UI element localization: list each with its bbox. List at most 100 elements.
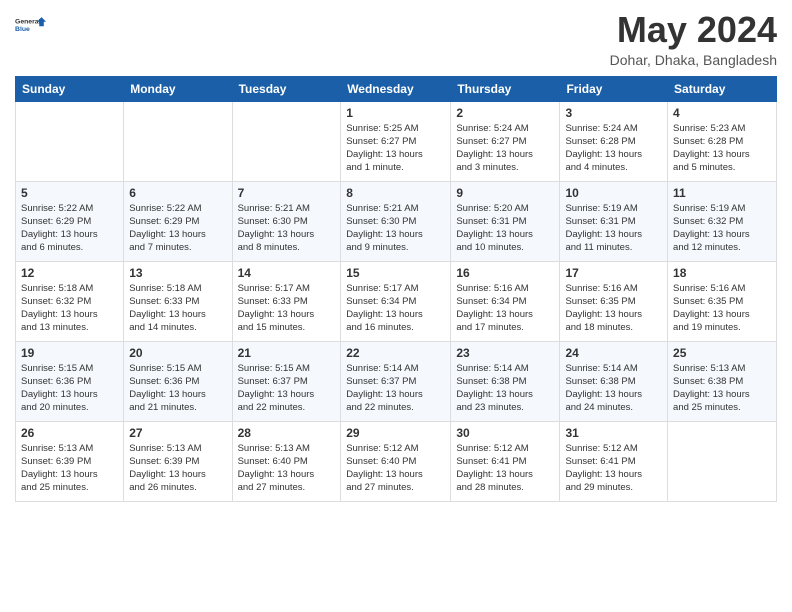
- calendar-cell-w5-d6: [668, 421, 777, 501]
- calendar-cell-w4-d3: 22 Sunrise: 5:14 AM Sunset: 6:37 PM Dayli…: [341, 341, 451, 421]
- week-row-4: 19Sunrise: 5:15 AM Sunset: 6:36 PM Dayli…: [16, 341, 777, 421]
- day-number-24: 24: [565, 346, 662, 360]
- week-row-5: 26 Sunrise: 5:13 AM Sunset: 6:39 PM Dayli…: [16, 421, 777, 501]
- calendar-cell-w4-d2: 21Sunrise: 5:15 AM Sunset: 6:37 PM Dayli…: [232, 341, 341, 421]
- day-info-4: Sunrise: 5:23 AM Sunset: 6:28 PM Dayligh…: [673, 122, 771, 175]
- week-row-3: 12 Sunrise: 5:18 AM Sunset: 6:32 PM Dayli…: [16, 261, 777, 341]
- day-number-17: 17: [565, 266, 662, 280]
- calendar-cell-w4-d1: 20Sunrise: 5:15 AM Sunset: 6:36 PM Dayli…: [124, 341, 232, 421]
- day-number-21: 21: [238, 346, 336, 360]
- calendar-cell-w5-d4: 30 Sunrise: 5:12 AM Sunset: 6:41 PM Dayli…: [451, 421, 560, 501]
- header-thursday: Thursday: [451, 76, 560, 101]
- day-number-31: 31: [565, 426, 662, 440]
- calendar-cell-w3-d6: 18 Sunrise: 5:16 AM Sunset: 6:35 PM Dayli…: [668, 261, 777, 341]
- day-number-16: 16: [456, 266, 554, 280]
- calendar-cell-w2-d0: 5Sunrise: 5:22 AM Sunset: 6:29 PM Daylig…: [16, 181, 124, 261]
- day-info-6: Sunrise: 5:22 AM Sunset: 6:29 PM Dayligh…: [129, 202, 226, 255]
- day-number-15: 15: [346, 266, 445, 280]
- day-number-4: 4: [673, 106, 771, 120]
- day-info-15: Sunrise: 5:17 AM Sunset: 6:34 PM Dayligh…: [346, 282, 445, 335]
- day-info-22: Sunrise: 5:14 AM Sunset: 6:37 PM Dayligh…: [346, 362, 445, 415]
- day-info-13: Sunrise: 5:18 AM Sunset: 6:33 PM Dayligh…: [129, 282, 226, 335]
- day-number-12: 12: [21, 266, 118, 280]
- day-info-5: Sunrise: 5:22 AM Sunset: 6:29 PM Dayligh…: [21, 202, 118, 255]
- day-info-25: Sunrise: 5:13 AM Sunset: 6:38 PM Dayligh…: [673, 362, 771, 415]
- day-number-27: 27: [129, 426, 226, 440]
- day-info-17: Sunrise: 5:16 AM Sunset: 6:35 PM Dayligh…: [565, 282, 662, 335]
- calendar-cell-w3-d3: 15 Sunrise: 5:17 AM Sunset: 6:34 PM Dayli…: [341, 261, 451, 341]
- calendar-cell-w5-d3: 29 Sunrise: 5:12 AM Sunset: 6:40 PM Dayli…: [341, 421, 451, 501]
- calendar-cell-w4-d6: 25 Sunrise: 5:13 AM Sunset: 6:38 PM Dayli…: [668, 341, 777, 421]
- logo-icon: General Blue: [15, 10, 47, 38]
- day-number-8: 8: [346, 186, 445, 200]
- calendar-cell-w3-d0: 12 Sunrise: 5:18 AM Sunset: 6:32 PM Dayli…: [16, 261, 124, 341]
- day-info-18: Sunrise: 5:16 AM Sunset: 6:35 PM Dayligh…: [673, 282, 771, 335]
- calendar-cell-w5-d5: 31Sunrise: 5:12 AM Sunset: 6:41 PM Dayli…: [560, 421, 668, 501]
- day-info-29: Sunrise: 5:12 AM Sunset: 6:40 PM Dayligh…: [346, 442, 445, 495]
- day-info-26: Sunrise: 5:13 AM Sunset: 6:39 PM Dayligh…: [21, 442, 118, 495]
- day-number-13: 13: [129, 266, 226, 280]
- day-info-2: Sunrise: 5:24 AM Sunset: 6:27 PM Dayligh…: [456, 122, 554, 175]
- day-info-28: Sunrise: 5:13 AM Sunset: 6:40 PM Dayligh…: [238, 442, 336, 495]
- calendar-cell-w4-d0: 19Sunrise: 5:15 AM Sunset: 6:36 PM Dayli…: [16, 341, 124, 421]
- day-info-9: Sunrise: 5:20 AM Sunset: 6:31 PM Dayligh…: [456, 202, 554, 255]
- calendar-cell-w2-d4: 9 Sunrise: 5:20 AM Sunset: 6:31 PM Daylig…: [451, 181, 560, 261]
- calendar-cell-w2-d1: 6 Sunrise: 5:22 AM Sunset: 6:29 PM Daylig…: [124, 181, 232, 261]
- day-info-11: Sunrise: 5:19 AM Sunset: 6:32 PM Dayligh…: [673, 202, 771, 255]
- calendar-cell-w2-d2: 7Sunrise: 5:21 AM Sunset: 6:30 PM Daylig…: [232, 181, 341, 261]
- calendar-cell-w1-d5: 3Sunrise: 5:24 AM Sunset: 6:28 PM Daylig…: [560, 101, 668, 181]
- calendar-cell-w2-d3: 8 Sunrise: 5:21 AM Sunset: 6:30 PM Daylig…: [341, 181, 451, 261]
- day-number-23: 23: [456, 346, 554, 360]
- day-number-28: 28: [238, 426, 336, 440]
- day-info-16: Sunrise: 5:16 AM Sunset: 6:34 PM Dayligh…: [456, 282, 554, 335]
- calendar-table: Sunday Monday Tuesday Wednesday Thursday…: [15, 76, 777, 502]
- calendar-cell-w2-d5: 10 Sunrise: 5:19 AM Sunset: 6:31 PM Dayli…: [560, 181, 668, 261]
- calendar-cell-w1-d1: [124, 101, 232, 181]
- calendar-cell-w5-d0: 26 Sunrise: 5:13 AM Sunset: 6:39 PM Dayli…: [16, 421, 124, 501]
- header-tuesday: Tuesday: [232, 76, 341, 101]
- calendar-cell-w1-d0: [16, 101, 124, 181]
- day-number-10: 10: [565, 186, 662, 200]
- day-info-27: Sunrise: 5:13 AM Sunset: 6:39 PM Dayligh…: [129, 442, 226, 495]
- page: General Blue May 2024 Dohar, Dhaka, Bang…: [0, 0, 792, 517]
- day-info-24: Sunrise: 5:14 AM Sunset: 6:38 PM Dayligh…: [565, 362, 662, 415]
- header: General Blue May 2024 Dohar, Dhaka, Bang…: [15, 10, 777, 68]
- day-number-22: 22: [346, 346, 445, 360]
- title-block: May 2024 Dohar, Dhaka, Bangladesh: [610, 10, 777, 68]
- header-wednesday: Wednesday: [341, 76, 451, 101]
- month-title: May 2024: [610, 10, 777, 50]
- day-info-1: Sunrise: 5:25 AM Sunset: 6:27 PM Dayligh…: [346, 122, 445, 175]
- header-monday: Monday: [124, 76, 232, 101]
- calendar-cell-w1-d3: 1Sunrise: 5:25 AM Sunset: 6:27 PM Daylig…: [341, 101, 451, 181]
- day-info-19: Sunrise: 5:15 AM Sunset: 6:36 PM Dayligh…: [21, 362, 118, 415]
- day-info-12: Sunrise: 5:18 AM Sunset: 6:32 PM Dayligh…: [21, 282, 118, 335]
- day-info-3: Sunrise: 5:24 AM Sunset: 6:28 PM Dayligh…: [565, 122, 662, 175]
- day-number-30: 30: [456, 426, 554, 440]
- calendar-cell-w5-d1: 27 Sunrise: 5:13 AM Sunset: 6:39 PM Dayli…: [124, 421, 232, 501]
- day-number-25: 25: [673, 346, 771, 360]
- day-number-26: 26: [21, 426, 118, 440]
- day-number-6: 6: [129, 186, 226, 200]
- day-number-29: 29: [346, 426, 445, 440]
- calendar-cell-w3-d1: 13 Sunrise: 5:18 AM Sunset: 6:33 PM Dayli…: [124, 261, 232, 341]
- day-number-2: 2: [456, 106, 554, 120]
- calendar-cell-w5-d2: 28 Sunrise: 5:13 AM Sunset: 6:40 PM Dayli…: [232, 421, 341, 501]
- day-number-7: 7: [238, 186, 336, 200]
- header-friday: Friday: [560, 76, 668, 101]
- svg-text:Blue: Blue: [15, 26, 30, 33]
- calendar-cell-w1-d6: 4 Sunrise: 5:23 AM Sunset: 6:28 PM Daylig…: [668, 101, 777, 181]
- calendar-cell-w3-d2: 14Sunrise: 5:17 AM Sunset: 6:33 PM Dayli…: [232, 261, 341, 341]
- calendar-cell-w2-d6: 11 Sunrise: 5:19 AM Sunset: 6:32 PM Dayli…: [668, 181, 777, 261]
- day-number-18: 18: [673, 266, 771, 280]
- day-number-14: 14: [238, 266, 336, 280]
- logo: General Blue: [15, 10, 47, 38]
- day-number-9: 9: [456, 186, 554, 200]
- day-info-10: Sunrise: 5:19 AM Sunset: 6:31 PM Dayligh…: [565, 202, 662, 255]
- day-info-23: Sunrise: 5:14 AM Sunset: 6:38 PM Dayligh…: [456, 362, 554, 415]
- day-info-30: Sunrise: 5:12 AM Sunset: 6:41 PM Dayligh…: [456, 442, 554, 495]
- week-row-1: 1Sunrise: 5:25 AM Sunset: 6:27 PM Daylig…: [16, 101, 777, 181]
- calendar-cell-w3-d5: 17 Sunrise: 5:16 AM Sunset: 6:35 PM Dayli…: [560, 261, 668, 341]
- day-info-8: Sunrise: 5:21 AM Sunset: 6:30 PM Dayligh…: [346, 202, 445, 255]
- day-number-11: 11: [673, 186, 771, 200]
- header-saturday: Saturday: [668, 76, 777, 101]
